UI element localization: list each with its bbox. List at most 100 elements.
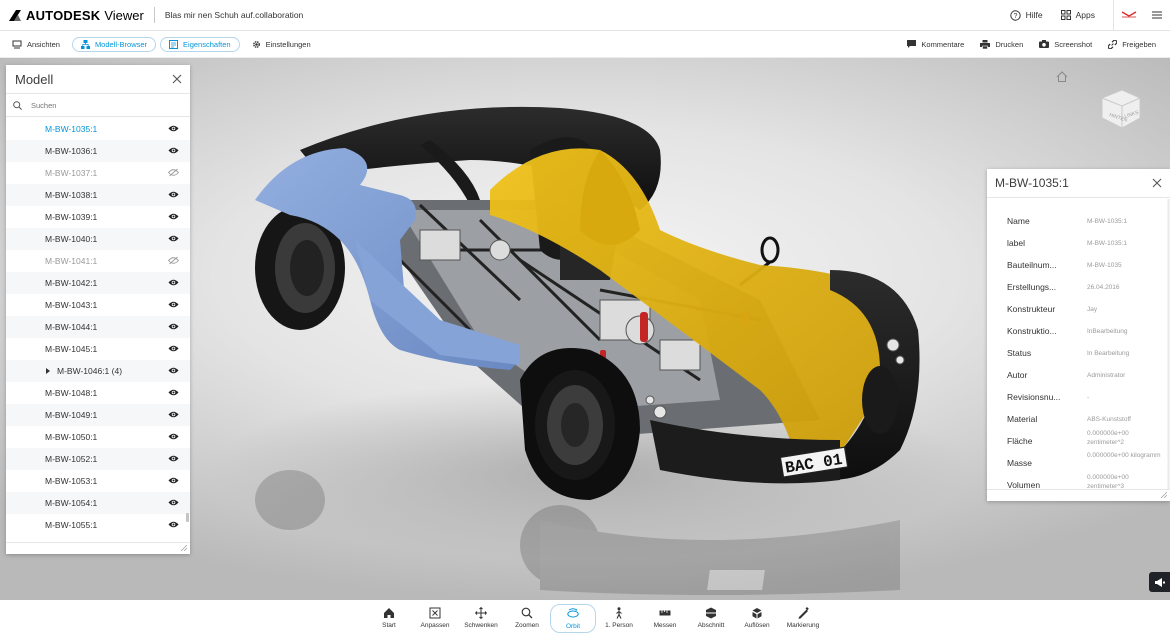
front-wheel-right (862, 366, 898, 434)
property-row: Volumen 0.000000e+00 zentimeter^3 (987, 474, 1170, 496)
views-label: Ansichten (27, 39, 60, 49)
tree-item[interactable]: M-BW-1043:1 (6, 294, 190, 316)
eye-icon[interactable] (168, 388, 179, 397)
comments-button[interactable]: Kommentare (899, 37, 972, 52)
monitor-icon (12, 40, 22, 48)
eye-icon[interactable] (168, 344, 179, 353)
apps-link[interactable]: Apps (1060, 10, 1095, 20)
help-link[interactable]: ? Hilfe (1009, 9, 1043, 21)
divider (153, 7, 155, 23)
eye-icon[interactable] (168, 124, 179, 133)
property-row: Material ABS-Kunststoff (987, 408, 1170, 430)
share-button[interactable]: Freigeben (1100, 37, 1164, 52)
expand-caret-icon[interactable] (45, 367, 51, 375)
properties-button[interactable]: Eigenschaften (160, 36, 240, 52)
nav-tool-label: Auflösen (744, 622, 770, 629)
eye-icon[interactable] (168, 498, 179, 507)
autodesk-logo-icon (9, 9, 21, 21)
tree-item[interactable]: M-BW-1039:1 (6, 206, 190, 228)
tree-item[interactable]: M-BW-1040:1 (6, 228, 190, 250)
view-cube[interactable]: HINTEN LINKS (1094, 86, 1144, 132)
eye-icon[interactable] (168, 454, 179, 463)
screenshot-button[interactable]: Screenshot (1031, 37, 1100, 52)
eye-icon[interactable] (168, 146, 179, 155)
eye-icon[interactable] (168, 322, 179, 331)
tree-item[interactable]: M-BW-1052:1 (6, 448, 190, 470)
close-icon[interactable] (1152, 178, 1162, 188)
property-value: Jay (1087, 305, 1098, 313)
nav-tool-fit[interactable]: Anpassen (412, 604, 458, 633)
eye-icon[interactable] (168, 212, 179, 221)
tree-item[interactable]: M-BW-1054:1 (6, 492, 190, 514)
views-button[interactable]: Ansichten (4, 37, 68, 52)
tree-item-label: M-BW-1040:1 (45, 234, 98, 244)
resize-grip-icon[interactable] (1161, 492, 1167, 498)
tree-item[interactable]: M-BW-1046:1 (4) (6, 360, 190, 382)
tree-item-label: M-BW-1052:1 (45, 454, 98, 464)
property-name: Autor (1007, 370, 1028, 380)
tree-item[interactable]: M-BW-1048:1 (6, 382, 190, 404)
model-browser-button[interactable]: Modell-Browser (71, 36, 157, 52)
close-icon[interactable] (172, 74, 182, 84)
feedback-tab[interactable] (1149, 572, 1170, 592)
nav-tool-home[interactable]: Start (366, 604, 412, 633)
share-label: Freigeben (1122, 39, 1156, 49)
nav-tool-zoom[interactable]: Zoomen (504, 604, 550, 633)
settings-button[interactable]: Einstellungen (244, 37, 319, 52)
nav-tool-explode[interactable]: Auflösen (734, 604, 780, 633)
property-value: M-BW-1035:1 (1087, 217, 1127, 225)
eye-icon[interactable] (168, 432, 179, 441)
eye-icon[interactable] (168, 520, 179, 529)
nav-tool-person[interactable]: 1. Person (596, 604, 642, 633)
eye-hidden-icon[interactable] (168, 256, 179, 265)
divider (987, 489, 1170, 490)
nav-tool-orbit[interactable]: Orbit (550, 604, 596, 633)
tree-item-label: M-BW-1036:1 (45, 146, 98, 156)
autodesk-logo[interactable]: AUTODESK Viewer (9, 8, 144, 23)
property-row: Bauteilnum... M-BW-1035 (987, 254, 1170, 276)
tree-item[interactable]: M-BW-1045:1 (6, 338, 190, 360)
print-button[interactable]: Drucken (972, 37, 1031, 52)
user-logo-icon (1121, 11, 1137, 18)
tree-item-label: M-BW-1035:1 (45, 124, 98, 134)
tree-item[interactable]: M-BW-1041:1 (6, 250, 190, 272)
tree-item[interactable]: M-BW-1049:1 (6, 404, 190, 426)
tree-item[interactable]: M-BW-1053:1 (6, 470, 190, 492)
tree-item-label: M-BW-1043:1 (45, 300, 98, 310)
home-view-icon[interactable] (1056, 71, 1068, 82)
property-row: label M-BW-1035:1 (987, 232, 1170, 254)
tree-item[interactable]: M-BW-1042:1 (6, 272, 190, 294)
svg-text:?: ? (1013, 13, 1017, 20)
tree-item[interactable]: M-BW-1036:1 (6, 140, 190, 162)
nav-tool-pan[interactable]: Schwenken (458, 604, 504, 633)
fit-icon (429, 607, 441, 619)
tree-item[interactable]: M-BW-1050:1 (6, 426, 190, 448)
tree-item[interactable]: M-BW-1055:1 (6, 514, 190, 536)
eye-icon[interactable] (168, 476, 179, 485)
zoom-icon (521, 607, 533, 619)
nav-tool-markup[interactable]: Markierung (780, 604, 826, 633)
eye-icon[interactable] (168, 366, 179, 375)
hamburger-menu-button[interactable] (1144, 0, 1170, 31)
scrollbar-thumb[interactable] (186, 513, 189, 522)
tree-item[interactable]: M-BW-1038:1 (6, 184, 190, 206)
tree-item[interactable]: M-BW-1037:1 (6, 162, 190, 184)
eye-hidden-icon[interactable] (168, 168, 179, 177)
eye-icon[interactable] (168, 190, 179, 199)
resize-grip-icon[interactable] (181, 545, 187, 551)
property-row: Autor Administrator (987, 364, 1170, 386)
search-icon (13, 100, 22, 110)
nav-tool-section[interactable]: Abschnitt (688, 604, 734, 633)
eye-icon[interactable] (168, 300, 179, 309)
tree-item[interactable]: M-BW-1035:1 (6, 118, 190, 140)
eye-icon[interactable] (168, 234, 179, 243)
property-row: Fläche 0.000000e+00 zentimeter^2 (987, 430, 1170, 452)
help-label: Hilfe (1025, 10, 1043, 20)
search-input[interactable] (31, 100, 171, 110)
nav-tool-measure[interactable]: Messen (642, 604, 688, 633)
user-avatar[interactable] (1114, 0, 1144, 31)
home-icon (384, 608, 394, 618)
eye-icon[interactable] (168, 278, 179, 287)
eye-icon[interactable] (168, 410, 179, 419)
tree-item[interactable]: M-BW-1044:1 (6, 316, 190, 338)
